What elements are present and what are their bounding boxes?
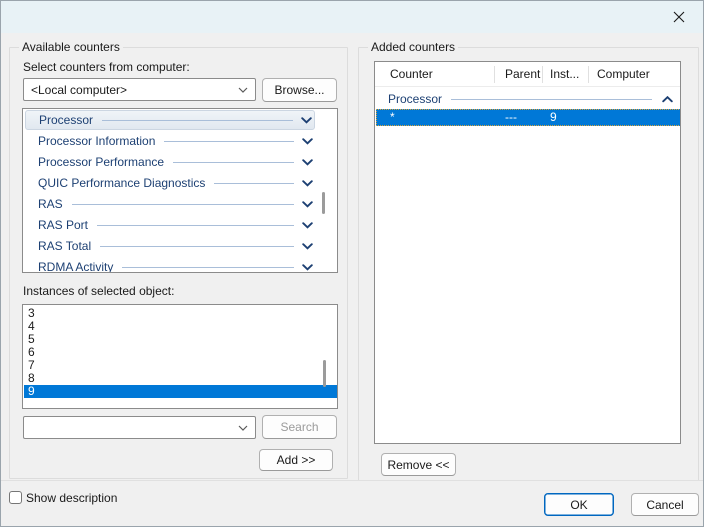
counter-row-quic-performance-diagnostics[interactable]: QUIC Performance Diagnostics [25, 173, 315, 193]
instance-row[interactable]: 8 [24, 372, 338, 385]
table-row-selected[interactable]: * --- 9 [376, 109, 681, 126]
column-header-computer[interactable]: Computer [597, 62, 650, 87]
footer-divider [1, 480, 704, 481]
counter-label: RDMA Activity [38, 260, 113, 273]
group-row-label: Processor [388, 92, 442, 106]
counter-label: RAS Port [38, 218, 88, 232]
available-counters-group-label: Available counters [19, 40, 123, 54]
instances-list: 3 4 5 6 7 8 9 [22, 304, 338, 409]
cancel-button[interactable]: Cancel [631, 493, 699, 516]
add-button[interactable]: Add >> [259, 449, 333, 471]
add-counters-dialog: Available counters Select counters from … [0, 0, 704, 527]
instances-list-scrollbar[interactable] [323, 360, 326, 387]
ok-button[interactable]: OK [544, 493, 614, 516]
counter-label: RAS Total [38, 239, 91, 253]
cell-parent: --- [505, 109, 517, 126]
counter-label: Processor Performance [38, 155, 164, 169]
chevron-down-icon [302, 180, 313, 187]
chevron-down-icon [238, 87, 248, 93]
chevron-down-icon [302, 264, 313, 271]
column-separator[interactable] [494, 66, 495, 83]
leader-line [164, 141, 294, 142]
column-separator[interactable] [588, 66, 589, 83]
show-description-checkbox[interactable] [9, 491, 22, 504]
cell-counter: * [390, 109, 395, 126]
counter-row-ras-port[interactable]: RAS Port [25, 215, 315, 235]
counter-label: Processor Information [38, 134, 155, 148]
chevron-down-icon [302, 159, 313, 166]
leader-line [451, 99, 652, 100]
instance-row[interactable]: 6 [24, 346, 338, 359]
chevron-down-icon [302, 201, 313, 208]
chevron-down-icon [302, 243, 313, 250]
chevron-down-icon [301, 117, 312, 124]
instance-row[interactable]: 4 [24, 320, 338, 333]
counter-label: RAS [38, 197, 63, 211]
column-header-parent[interactable]: Parent [505, 62, 540, 87]
instance-row-selected[interactable]: 9 [24, 385, 338, 398]
column-separator[interactable] [542, 66, 543, 83]
leader-line [100, 246, 294, 247]
close-button[interactable] [657, 1, 701, 33]
column-header-inst[interactable]: Inst... [550, 62, 579, 87]
counter-label: QUIC Performance Diagnostics [38, 176, 205, 190]
close-icon [673, 11, 685, 23]
computer-combobox-value: <Local computer> [31, 83, 233, 97]
show-description-label[interactable]: Show description [26, 491, 117, 505]
chevron-down-icon [302, 138, 313, 145]
counter-row-ras-total[interactable]: RAS Total [25, 236, 315, 256]
leader-line [102, 120, 293, 121]
browse-button[interactable]: Browse... [262, 78, 337, 102]
counter-row-processor-information[interactable]: Processor Information [25, 131, 315, 151]
added-counters-table: Counter Parent Inst... Computer Processo… [374, 61, 681, 444]
remove-button[interactable]: Remove << [381, 453, 456, 476]
instance-row[interactable]: 5 [24, 333, 338, 346]
instances-label: Instances of selected object: [23, 284, 174, 298]
counters-list-scrollbar[interactable] [322, 192, 325, 214]
leader-line [72, 204, 294, 205]
leader-line [214, 183, 294, 184]
counter-row-processor[interactable]: Processor [25, 110, 315, 130]
cell-inst: 9 [550, 109, 557, 126]
instance-row[interactable]: 7 [24, 359, 338, 372]
select-counters-label: Select counters from computer: [23, 60, 190, 74]
instance-row[interactable]: 3 [24, 307, 338, 320]
counter-row-processor-performance[interactable]: Processor Performance [25, 152, 315, 172]
added-counters-group-label: Added counters [368, 40, 458, 54]
column-header-counter[interactable]: Counter [390, 62, 433, 87]
counter-label: Processor [39, 113, 93, 127]
computer-combobox[interactable]: <Local computer> [23, 78, 256, 101]
chevron-down-icon [302, 222, 313, 229]
table-header-row: Counter Parent Inst... Computer [375, 62, 680, 87]
counters-list: Processor Processor Information Processo… [22, 108, 338, 273]
chevron-up-icon [662, 96, 673, 103]
titlebar [1, 1, 703, 33]
leader-line [97, 225, 294, 226]
counter-row-ras[interactable]: RAS [25, 194, 315, 214]
search-button[interactable]: Search [262, 415, 337, 439]
leader-line [173, 162, 294, 163]
chevron-down-icon [238, 425, 248, 431]
table-group-row-processor[interactable]: Processor [388, 90, 673, 108]
leader-line [122, 267, 294, 268]
counter-row-rdma-activity[interactable]: RDMA Activity [25, 257, 315, 273]
search-combobox[interactable] [23, 416, 256, 439]
